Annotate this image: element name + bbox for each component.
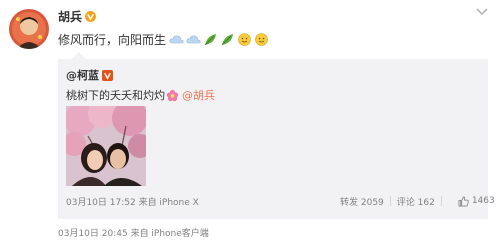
repost-count-button[interactable]: 转发 2059 [340, 195, 384, 208]
verified-badge-icon [102, 69, 113, 81]
verified-badge-icon [85, 10, 97, 22]
post-text: 修风而行，向阳而生 [58, 32, 167, 47]
comment-count-button[interactable]: 评论 162 [397, 195, 435, 208]
author-name[interactable]: 胡兵 [58, 8, 82, 25]
like-button[interactable]: 1463 [458, 196, 495, 207]
smile-face-icon [255, 32, 268, 46]
thumbs-up-icon [458, 196, 469, 206]
emoji-row [169, 32, 269, 46]
repost-card[interactable]: @柯蓝 桃树下的夭夭和灼灼 @胡兵 03月10日 17:52 来自 iPhone… [58, 59, 495, 219]
cloud-icon [169, 35, 184, 43]
original-author-row: @柯蓝 [66, 67, 113, 83]
divider [389, 196, 391, 206]
cloud-icon [186, 35, 201, 43]
like-count: 1463 [471, 196, 495, 206]
leaf-icon [204, 33, 217, 45]
original-post-content: 桃树下的夭夭和灼灼 @胡兵 [66, 87, 215, 103]
author-avatar[interactable] [9, 9, 49, 49]
original-post-stats: 转发 2059 评论 162 1463 [340, 195, 495, 208]
original-author-name[interactable]: @柯蓝 [66, 67, 99, 83]
original-post-meta: 03月10日 17:52 来自 iPhone X [66, 198, 199, 208]
author-row: 胡兵 [58, 8, 97, 25]
divider [440, 196, 442, 206]
leaf-icon [221, 33, 234, 45]
original-post-text: 桃树下的夭夭和灼灼 [66, 89, 165, 102]
post-content: 修风而行，向阳而生 [58, 30, 269, 48]
smile-face-icon [238, 32, 251, 46]
post-photo[interactable] [66, 106, 146, 186]
flower-icon [166, 89, 179, 101]
chevron-down-icon[interactable] [475, 6, 489, 16]
post-meta: 03月10日 20:45 来自 iPhone客户端 [58, 229, 209, 239]
repost-card-notch [72, 52, 86, 59]
mention-link[interactable]: @胡兵 [182, 87, 215, 103]
